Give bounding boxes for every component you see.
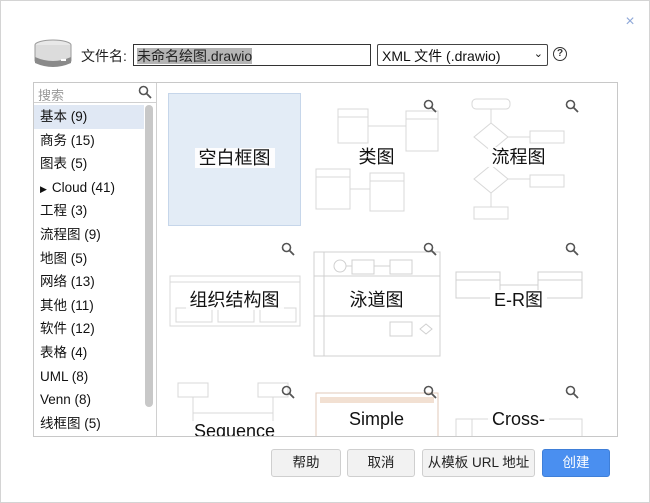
template-flowchart[interactable]: 流程图 [452, 93, 585, 226]
template-swimlane[interactable]: 泳道图 [310, 236, 443, 369]
search-icon[interactable] [138, 85, 152, 99]
category-item-venn[interactable]: Venn (8) [34, 388, 144, 412]
from-template-url-button[interactable]: 从模板 URL 地址 [422, 449, 535, 477]
search-placeholder: 搜索 [38, 88, 65, 103]
category-item-engineering[interactable]: 工程 (3) [34, 199, 144, 223]
preview-magnifier-icon[interactable] [565, 99, 579, 113]
template-class-diagram[interactable]: 类图 [310, 93, 443, 226]
help-button[interactable]: 帮助 [271, 449, 341, 477]
expand-triangle-icon: ▶ [40, 183, 47, 194]
preview-magnifier-icon[interactable] [281, 242, 295, 256]
preview-magnifier-icon[interactable] [423, 242, 437, 256]
format-select[interactable]: XML 文件 (.drawio) ⌄ [377, 44, 548, 66]
template-org-chart[interactable]: 组织结构图 [168, 236, 301, 369]
category-item-maps[interactable]: 地图 (5) [34, 247, 144, 271]
create-button[interactable]: 创建 [542, 449, 610, 477]
preview-magnifier-icon[interactable] [281, 385, 295, 399]
search-input[interactable]: 搜索 [34, 83, 156, 103]
close-icon[interactable]: × [623, 14, 637, 30]
category-item-uml[interactable]: UML (8) [34, 365, 144, 389]
preview-magnifier-icon[interactable] [423, 99, 437, 113]
category-item-basic[interactable]: 基本 (9) [34, 105, 144, 129]
new-diagram-dialog: × 文件名: 未命名绘图.drawio XML 文件 (.drawio) ⌄ ?… [0, 0, 650, 503]
preview-magnifier-icon[interactable] [565, 385, 579, 399]
category-list: 基本 (9) 商务 (15) 图表 (5) ▶ Cloud (41) 工程 (3)… [34, 105, 144, 435]
template-panel: 搜索 基本 (9) 商务 (15) 图表 (5) ▶ Cloud (41) 工程 … [33, 82, 618, 437]
category-item-cloud[interactable]: ▶ Cloud (41) [34, 176, 144, 200]
template-blank[interactable]: 空白框图 [168, 93, 301, 226]
template-simple[interactable]: Simple [310, 379, 443, 436]
category-sidebar: 搜索 基本 (9) 商务 (15) 图表 (5) ▶ Cloud (41) 工程 … [34, 83, 157, 436]
template-label: Simple [310, 409, 443, 430]
drive-icon [34, 39, 72, 67]
template-sequence[interactable]: Sequence [168, 379, 301, 436]
template-label: Cross- [452, 409, 585, 430]
category-item-wireframes[interactable]: 线框图 (5) [34, 412, 144, 436]
template-label: 空白框图 [169, 144, 300, 170]
template-label: 泳道图 [310, 286, 443, 312]
preview-magnifier-icon[interactable] [565, 242, 579, 256]
template-grid: 空白框图 类图 流程图 组织结构图 泳道图 E-R图 Sequence Simp… [158, 83, 617, 436]
template-label: 流程图 [452, 143, 585, 169]
help-icon[interactable]: ? [553, 47, 567, 61]
template-label: E-R图 [452, 286, 585, 312]
sidebar-scrollbar[interactable] [145, 105, 153, 407]
category-item-flowchart[interactable]: 流程图 (9) [34, 223, 144, 247]
template-cross-functional[interactable]: Cross- [452, 379, 585, 436]
template-label: 类图 [310, 143, 443, 169]
format-value: XML 文件 (.drawio) [382, 48, 501, 64]
template-label: Sequence [168, 421, 301, 436]
category-item-software[interactable]: 软件 (12) [34, 317, 144, 341]
filename-input[interactable]: 未命名绘图.drawio [133, 44, 371, 66]
category-item-charts[interactable]: 图表 (5) [34, 152, 144, 176]
filename-label: 文件名: [81, 48, 127, 64]
template-label: 组织结构图 [168, 286, 301, 312]
category-item-business[interactable]: 商务 (15) [34, 129, 144, 153]
category-item-cloud-label: Cloud (41) [51, 179, 115, 195]
filename-value: 未命名绘图.drawio [137, 48, 253, 64]
chevron-down-icon: ⌄ [533, 48, 543, 60]
category-item-tables[interactable]: 表格 (4) [34, 341, 144, 365]
category-item-other[interactable]: 其他 (11) [34, 294, 144, 318]
preview-magnifier-icon[interactable] [423, 385, 437, 399]
category-item-network[interactable]: 网络 (13) [34, 270, 144, 294]
cancel-button[interactable]: 取消 [347, 449, 415, 477]
template-er-diagram[interactable]: E-R图 [452, 236, 585, 369]
